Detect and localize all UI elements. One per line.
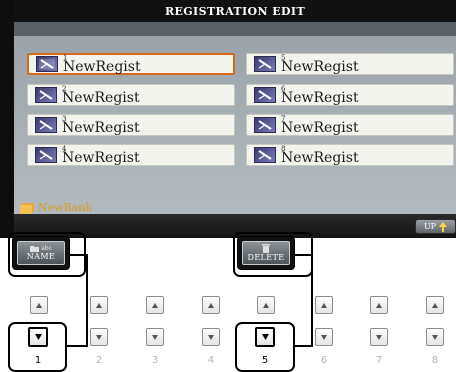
triangle-up-icon — [208, 302, 214, 308]
trash-icon — [262, 244, 270, 253]
panel-up-button-8[interactable] — [426, 296, 444, 314]
triangle-down-icon — [432, 334, 438, 340]
triangle-down-icon — [376, 334, 382, 340]
panel-button-number-1: 1 — [34, 355, 42, 366]
panel-down-button-3[interactable] — [146, 328, 164, 346]
panel-up-button-5[interactable] — [257, 296, 275, 314]
name-tab-label: NAME — [26, 252, 56, 261]
panel-button-number-2: 2 — [95, 355, 103, 366]
panel-up-button-7[interactable] — [370, 296, 388, 314]
triangle-up-icon — [321, 302, 327, 308]
triangle-up-icon — [432, 302, 438, 308]
triangle-up-icon — [36, 302, 42, 308]
name-tab-sublabel: abc — [41, 245, 52, 252]
folder-icon — [30, 245, 40, 252]
panel-down-button-7[interactable] — [370, 328, 388, 346]
triangle-up-icon — [376, 302, 382, 308]
callout-lines — [62, 254, 313, 347]
panel-button-number-5: 5 — [261, 355, 269, 366]
panel-button-number-7: 7 — [375, 355, 383, 366]
triangle-down-icon — [34, 334, 42, 340]
panel-down-button-5[interactable] — [255, 327, 275, 347]
panel-up-button-6[interactable] — [315, 296, 333, 314]
triangle-up-icon — [152, 302, 158, 308]
delete-tab-label: DELETE — [247, 253, 285, 262]
triangle-down-icon — [261, 334, 269, 340]
panel-up-button-3[interactable] — [146, 296, 164, 314]
panel-up-button-1[interactable] — [30, 296, 48, 314]
panel-down-button-1[interactable] — [28, 327, 48, 347]
triangle-down-icon — [321, 334, 327, 340]
triangle-down-icon — [96, 334, 102, 340]
panel-button-number-3: 3 — [151, 355, 159, 366]
triangle-up-icon — [96, 302, 102, 308]
panel-down-button-2[interactable] — [90, 328, 108, 346]
triangle-up-icon — [263, 302, 269, 308]
panel-up-button-4[interactable] — [202, 296, 220, 314]
triangle-down-icon — [152, 334, 158, 340]
triangle-down-icon — [208, 334, 214, 340]
panel-button-number-8: 8 — [431, 355, 439, 366]
panel-down-button-6[interactable] — [315, 328, 333, 346]
panel-down-button-4[interactable] — [202, 328, 220, 346]
panel-down-button-8[interactable] — [426, 328, 444, 346]
panel-up-button-2[interactable] — [90, 296, 108, 314]
name-tab-button[interactable]: abc NAME — [12, 236, 70, 270]
panel-button-number-4: 4 — [207, 355, 215, 366]
panel-button-number-6: 6 — [320, 355, 328, 366]
delete-tab-button[interactable]: DELETE — [237, 236, 295, 270]
